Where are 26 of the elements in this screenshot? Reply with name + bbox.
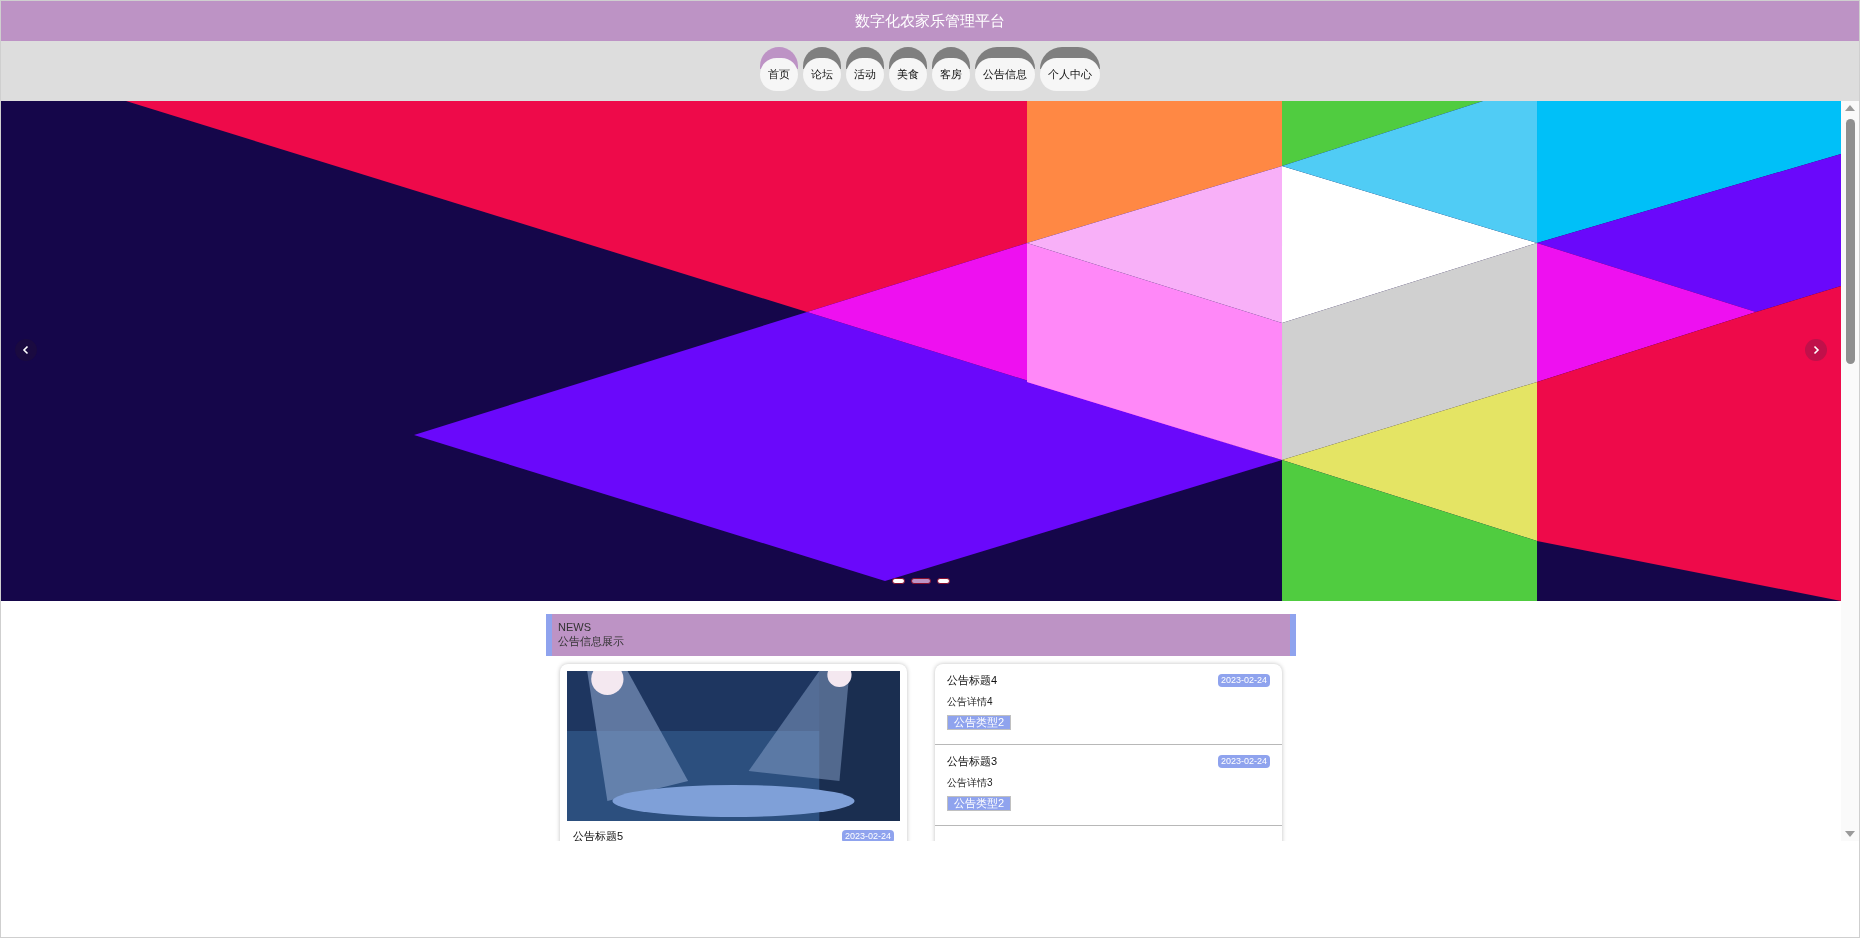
date-badge: 2023-02-24 [841, 829, 894, 841]
scroll-down-icon[interactable] [1845, 831, 1855, 837]
news-title[interactable]: 公告标题5 [573, 828, 624, 841]
date-badge: 2023-02-24 [1217, 754, 1270, 768]
nav-tab[interactable]: 个人中心 [1040, 47, 1100, 91]
news-title[interactable]: 公告标题4 [947, 672, 998, 689]
chevron-left-icon [21, 345, 31, 355]
nav-tab[interactable]: 首页 [760, 47, 798, 91]
section-title: 公告信息展示 [558, 634, 625, 648]
section-label: NEWS [558, 620, 592, 634]
scrollbar-thumb[interactable] [1845, 119, 1855, 364]
site-title: 数字化农家乐管理平台 [855, 10, 1005, 31]
type-tag: 公告类型2 [947, 714, 1012, 730]
news-title[interactable]: 公告标题3 [947, 753, 998, 770]
news-detail: 公告详情3 [947, 775, 994, 790]
nav-tab[interactable]: 客房 [932, 47, 970, 91]
nav-tab[interactable]: 活动 [846, 47, 884, 91]
news-detail: 公告详情4 [947, 694, 994, 709]
nav-tab[interactable]: 美食 [889, 47, 927, 91]
scrollbar[interactable] [1841, 101, 1859, 841]
date-badge: 2023-02-24 [1217, 673, 1270, 687]
nav-tab[interactable]: 论坛 [803, 47, 841, 91]
chevron-right-icon [1811, 345, 1821, 355]
nav-tab[interactable]: 公告信息 [975, 47, 1035, 91]
type-tag: 公告类型2 [947, 795, 1012, 811]
scroll-up-icon[interactable] [1845, 105, 1855, 111]
